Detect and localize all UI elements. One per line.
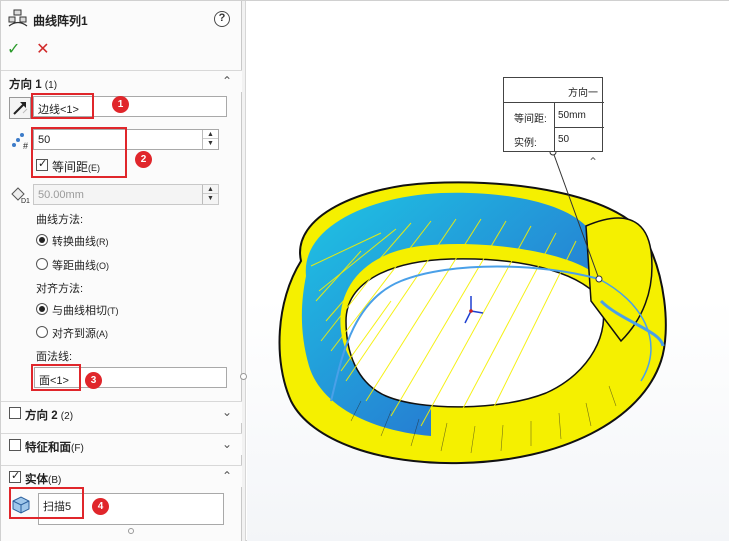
callout-divider [554,127,604,128]
property-manager: 曲线阵列1 ? ✓ ✕ 方向 1 (1) ⌃ 边线<1> 1 # 50 ▲ ▼ … [1,1,242,541]
highlight-box-3 [31,364,81,391]
bodies-checkbox[interactable] [9,469,21,483]
mobius-model[interactable] [247,1,729,541]
callout-instances-value[interactable]: 50 [558,134,569,145]
highlight-box-2 [31,127,127,178]
spacing-input[interactable]: 50.00mm ▲ ▼ [33,184,219,205]
callout-spacing-value[interactable]: 50mm [558,110,586,121]
align-to-source-label: 对齐到源(A) [52,328,108,340]
direction2-checkbox[interactable] [9,407,21,419]
features-faces-checkbox[interactable] [9,439,21,451]
align-method-label: 对齐方法: [36,283,84,295]
radio-align-to-source[interactable] [36,326,48,338]
section-direction2-label: 方向 2 (2) [25,410,74,422]
pattern-direction-icon[interactable] [9,97,31,119]
section-direction1[interactable]: 方向 1 (1) ⌃ [1,70,242,92]
app-window: 曲线阵列1 ? ✓ ✕ 方向 1 (1) ⌃ 边线<1> 1 # 50 ▲ ▼ … [0,0,729,541]
help-icon[interactable]: ? [214,11,230,27]
panel-splitter[interactable] [240,1,247,541]
ok-button[interactable]: ✓ [7,39,27,59]
face-normal-label: 面法线: [36,351,73,363]
instance-count-icon: # [12,133,28,151]
radio-transform-curve[interactable] [36,234,48,246]
curve-pattern-icon [8,9,28,27]
callout-title: 方向一 [568,88,598,99]
callout-instances-label: 实例: [514,138,537,149]
chevron-up-icon[interactable]: ⌃ [222,469,232,483]
curve-method-label: 曲线方法: [36,214,84,226]
spacing-value: 50.00mm [38,189,84,201]
resize-grip[interactable] [128,528,134,534]
section-direction2[interactable]: 方向 2 (2) ⌄ [1,401,242,423]
chevron-up-icon[interactable]: ⌃ [222,74,232,88]
spacing-stepper[interactable]: ▲ ▼ [202,185,218,204]
transform-curve-label: 转换曲线(R) [52,236,109,248]
marker-4: 4 [92,498,109,515]
svg-text:D1: D1 [21,198,30,205]
marker-3: 3 [85,372,102,389]
cancel-button[interactable]: ✕ [36,39,56,59]
chevron-down-icon[interactable]: ⌄ [222,437,232,451]
callout-collapse-icon[interactable]: ⌃ [588,155,598,169]
svg-text:#: # [23,141,28,151]
spacing-icon: D1 [11,187,30,205]
pattern-callout[interactable]: 方向一 等间距: 50mm 实例: 50 [503,77,604,152]
highlight-box-4 [9,487,84,519]
marker-2: 2 [135,151,152,168]
section-direction1-label: 方向 1 (1) [9,79,58,91]
section-bodies-label: 实体(B) [25,474,62,486]
action-row: ✓ ✕ [7,39,56,59]
graphics-viewport[interactable] [247,1,729,541]
radio-tangent-to-curve[interactable] [36,303,48,315]
page-title: 曲线阵列1 [33,14,88,28]
section-bodies[interactable]: 实体(B) ⌃ [1,465,242,487]
tangent-to-curve-label: 与曲线相切(T) [52,305,119,317]
splitter-grip[interactable] [240,373,247,380]
section-features-faces-label: 特征和面(F) [25,442,84,454]
marker-1: 1 [112,96,129,113]
highlight-box-1 [31,93,94,119]
section-features-faces[interactable]: 特征和面(F) ⌄ [1,433,242,455]
radio-offset-curve[interactable] [36,258,48,270]
property-manager-header: 曲线阵列1 ? [1,1,242,35]
chevron-down-icon[interactable]: ⌄ [222,405,232,419]
instance-count-stepper[interactable]: ▲ ▼ [202,130,218,149]
offset-curve-label: 等距曲线(O) [52,260,109,272]
callout-spacing-label: 等间距: [514,114,547,125]
